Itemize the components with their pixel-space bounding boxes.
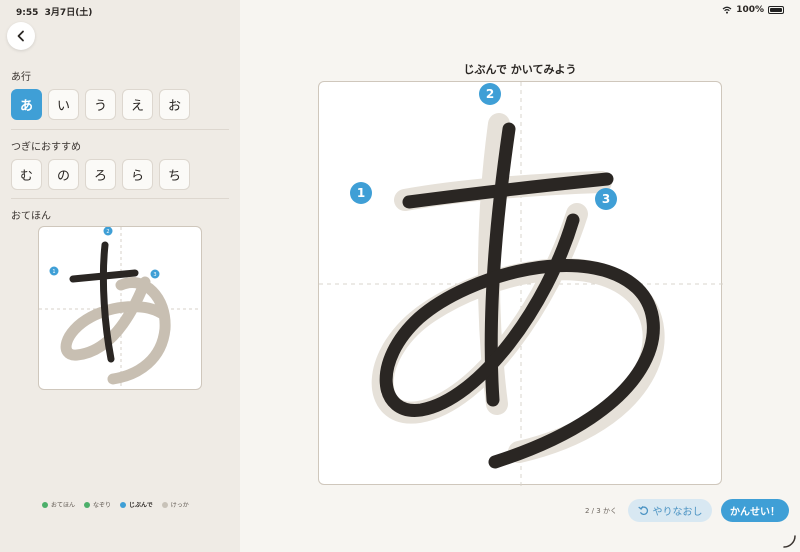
char-key-ra[interactable]: ら xyxy=(122,159,153,190)
undo-icon xyxy=(637,506,648,516)
model-character-drawing: 1 2 3 xyxy=(39,227,201,389)
recommend-label: つぎにおすすめ xyxy=(11,142,81,153)
model-character-card: 1 2 3 xyxy=(38,226,202,390)
model-label: おてほん xyxy=(11,211,51,222)
stroke-number-3: 3 xyxy=(595,188,617,210)
divider xyxy=(11,198,229,199)
char-key-chi[interactable]: ち xyxy=(159,159,190,190)
stroke-counter: 2 / 3 かく xyxy=(585,507,617,515)
char-key-no[interactable]: の xyxy=(48,159,79,190)
battery-icon xyxy=(768,6,784,14)
char-key-o[interactable]: お xyxy=(159,89,190,120)
instruction-title: じぶんで かいてみよう xyxy=(463,63,577,76)
legend-dot xyxy=(42,501,48,508)
progress-legend: おてほん なぞり じぶんで けっか xyxy=(42,500,189,509)
battery-percent: 100% xyxy=(736,5,764,15)
main-panel: 100% じぶんで かいてみよう 1 2 3 2 / 3 かく やりなおし かん… xyxy=(240,0,800,552)
stroke-number-1: 1 xyxy=(350,182,372,204)
char-key-e[interactable]: え xyxy=(122,89,153,120)
legend-dot xyxy=(84,501,91,508)
chevron-left-icon xyxy=(17,30,24,42)
stroke-number-2: 2 xyxy=(479,83,501,105)
back-button[interactable] xyxy=(7,22,35,50)
writing-canvas[interactable]: 1 2 3 xyxy=(318,81,723,486)
writing-canvas-drawing: 1 2 3 xyxy=(319,82,723,486)
stroke-number: 1 xyxy=(52,269,55,275)
svg-text:3: 3 xyxy=(602,192,610,206)
row-group-keys: あ い う え お xyxy=(11,89,190,120)
char-key-u[interactable]: う xyxy=(85,89,116,120)
char-key-mu[interactable]: む xyxy=(11,159,42,190)
char-key-ro[interactable]: ろ xyxy=(85,159,116,190)
legend-dot xyxy=(161,501,168,508)
svg-text:2: 2 xyxy=(486,87,494,101)
redo-button[interactable]: やりなおし xyxy=(628,499,712,522)
legend-item-self: じぶんで xyxy=(120,500,153,509)
redo-label: やりなおし xyxy=(652,507,703,518)
row-group-label: あ行 xyxy=(11,72,31,83)
stroke-number: 3 xyxy=(153,272,156,278)
wifi-icon xyxy=(722,6,732,14)
recommend-keys: む の ろ ら ち xyxy=(11,159,190,190)
stroke-number: 2 xyxy=(106,229,109,235)
sidebar: 9:55 3月7日(土) あ行 あ い う え お つぎにおすすめ む の ろ … xyxy=(0,0,240,552)
divider xyxy=(11,129,229,130)
legend-item-model: おてほん xyxy=(42,500,75,509)
status-time: 9:55 3月7日(土) xyxy=(16,8,93,18)
status-indicators: 100% xyxy=(722,5,784,15)
legend-item-result: けっか xyxy=(161,500,189,509)
done-button[interactable]: かんせい！ xyxy=(721,499,789,522)
char-key-a[interactable]: あ xyxy=(11,89,42,120)
legend-item-trace: なぞり xyxy=(84,500,111,509)
svg-text:1: 1 xyxy=(357,186,365,200)
legend-dot xyxy=(120,501,127,508)
char-key-i[interactable]: い xyxy=(48,89,79,120)
resize-corner-icon xyxy=(783,535,796,548)
